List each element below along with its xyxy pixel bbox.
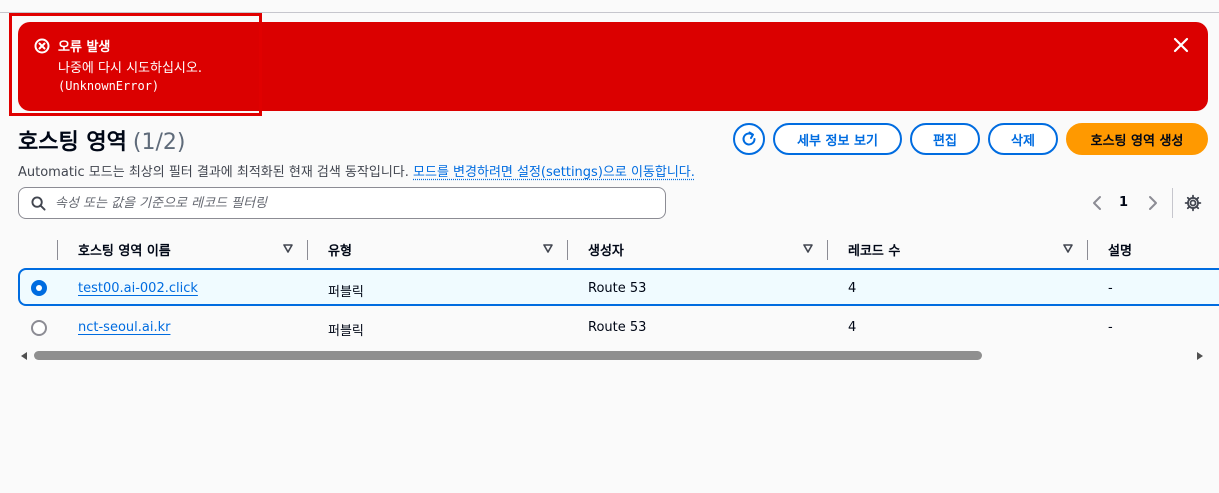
sort-down-icon[interactable] [803, 244, 813, 253]
column-header-name[interactable]: 호스팅 영역 이름 [78, 240, 171, 259]
search-box [18, 187, 666, 219]
horizontal-scrollbar-thumb[interactable] [34, 351, 982, 360]
hosted-zone-record-count: 4 [848, 320, 857, 335]
scroll-right-arrow-icon[interactable] [1197, 352, 1203, 360]
chevron-left-icon[interactable] [1089, 194, 1105, 212]
hosted-zone-description: - [1108, 281, 1113, 296]
gear-icon[interactable] [1184, 194, 1202, 212]
hosted-zone-name-link[interactable]: test00.ai-002.click [78, 281, 198, 296]
search-input[interactable] [55, 188, 655, 218]
hosted-zone-description: - [1108, 320, 1113, 335]
annotation-highlight-box [9, 13, 262, 116]
column-header-description[interactable]: 설명 [1108, 240, 1132, 259]
column-header-type[interactable]: 유형 [328, 240, 352, 259]
refresh-icon [742, 131, 756, 146]
hosted-zone-type: 퍼블릭 [328, 324, 364, 339]
view-details-button[interactable]: 세부 정보 보기 [773, 123, 902, 155]
hosted-zone-name-link[interactable]: nct-seoul.ai.kr [78, 320, 170, 335]
scroll-left-arrow-icon[interactable] [21, 352, 27, 360]
filter-mode-description: Automatic 모드는 최상의 필터 결과에 최적화된 현재 검색 동작입니… [18, 161, 695, 180]
column-separator [57, 240, 58, 260]
row-radio-selected[interactable] [31, 280, 47, 296]
delete-button[interactable]: 삭제 [988, 123, 1058, 155]
chevron-right-icon[interactable] [1145, 194, 1161, 212]
column-separator[interactable] [827, 240, 828, 260]
hosted-zone-created-by: Route 53 [588, 281, 647, 296]
page-title-text: 호스팅 영역 [18, 130, 127, 155]
column-header-record-count[interactable]: 레코드 수 [848, 240, 900, 259]
row-radio[interactable] [31, 320, 47, 336]
sort-down-icon[interactable] [283, 244, 293, 253]
column-separator[interactable] [567, 240, 568, 260]
page-title: 호스팅 영역 (1/2) [18, 124, 185, 156]
column-header-created-by[interactable]: 생성자 [588, 240, 624, 259]
current-page-number[interactable]: 1 [1119, 195, 1128, 210]
close-icon[interactable] [1172, 36, 1190, 54]
hosted-zone-created-by: Route 53 [588, 320, 647, 335]
search-icon [31, 196, 46, 211]
sort-down-icon[interactable] [1063, 244, 1073, 253]
column-separator[interactable] [1087, 240, 1088, 260]
sort-down-icon[interactable] [543, 244, 553, 253]
hosted-zone-type: 퍼블릭 [328, 285, 364, 300]
edit-button[interactable]: 편집 [910, 123, 980, 155]
pagination-divider [1172, 188, 1173, 218]
create-hosted-zone-button[interactable]: 호스팅 영역 생성 [1066, 123, 1208, 155]
settings-link[interactable]: 모드를 변경하려면 설정(settings)으로 이동합니다. [413, 165, 695, 180]
refresh-button[interactable] [733, 123, 765, 155]
column-separator[interactable] [307, 240, 308, 260]
selection-count: (1/2) [132, 130, 186, 155]
description-text: Automatic 모드는 최상의 필터 결과에 최적화된 현재 검색 동작입니… [18, 165, 409, 180]
hosted-zone-record-count: 4 [848, 281, 857, 296]
